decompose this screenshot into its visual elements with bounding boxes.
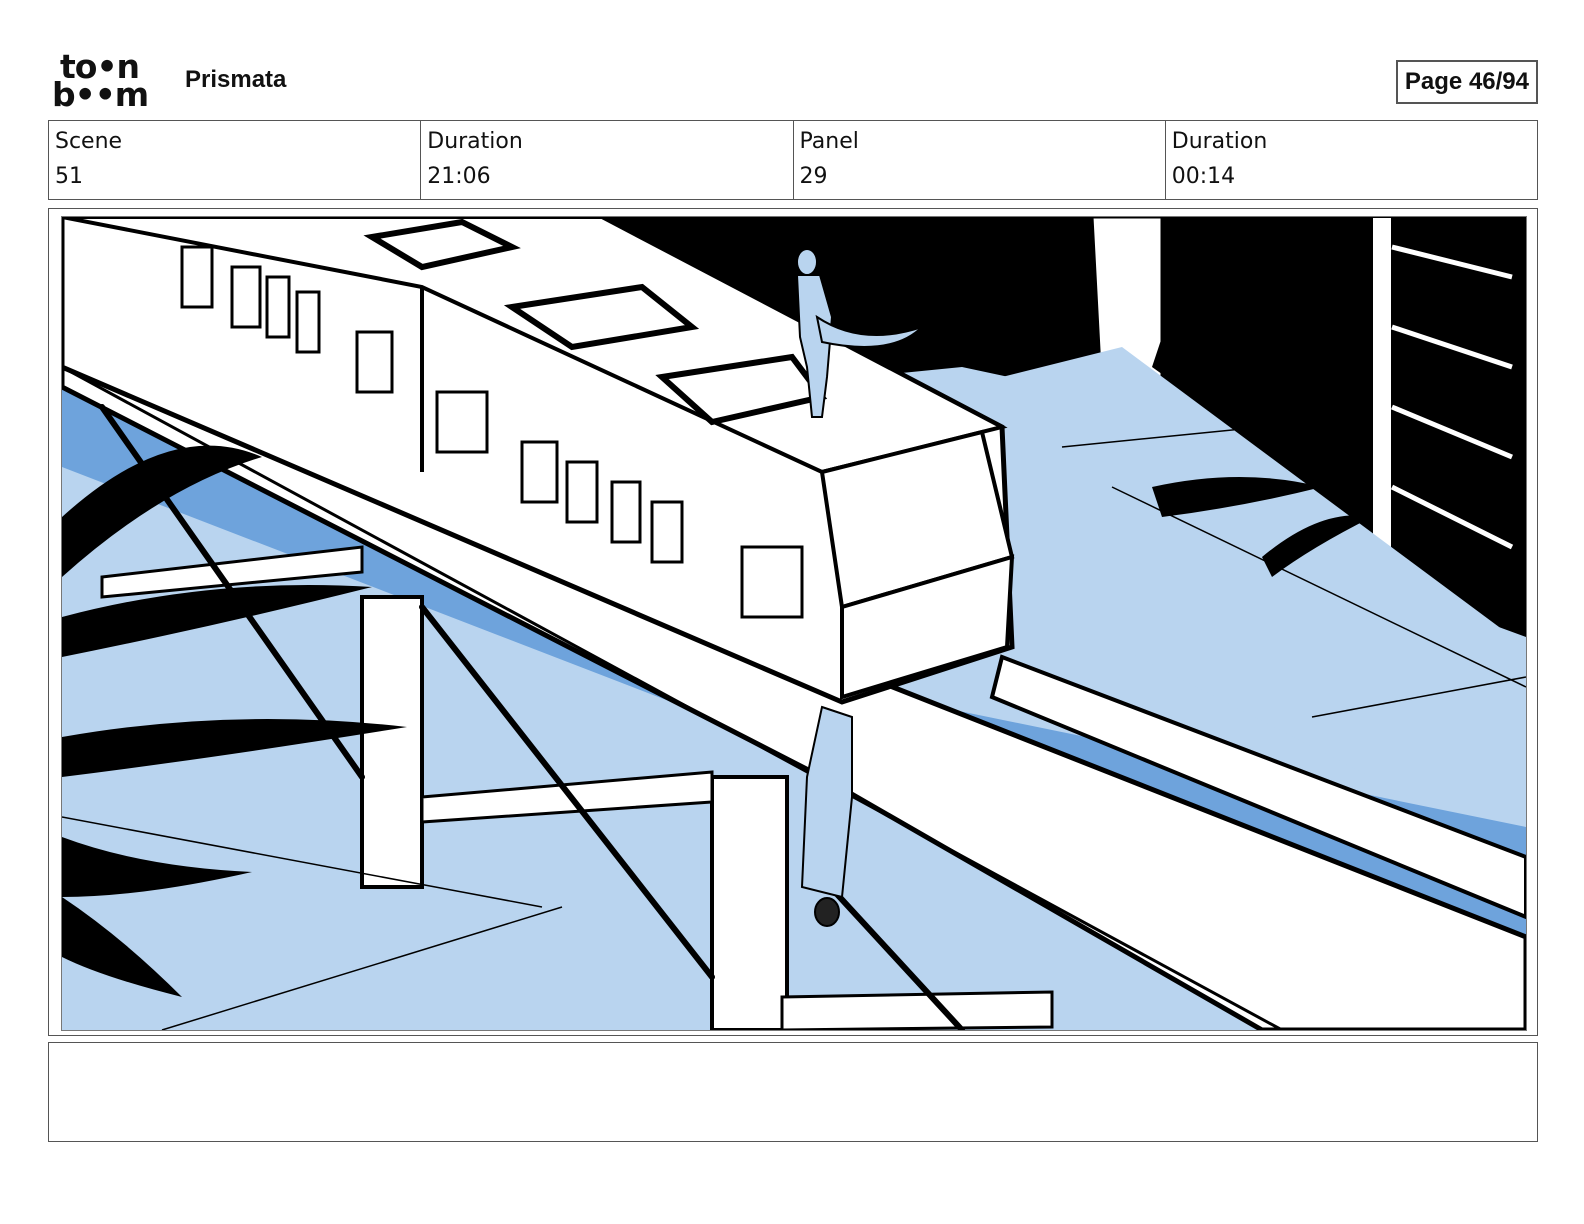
panel-value: 29 — [799, 164, 828, 189]
scene-duration-value: 21:06 — [427, 164, 491, 189]
panel-duration-cell: Duration 00:14 — [1164, 121, 1537, 199]
logo-line-2: b••m — [52, 75, 149, 114]
scene-info-table: Scene 51 Duration 21:06 Panel 29 Duratio… — [48, 120, 1538, 200]
storyboard-panel-image — [61, 216, 1527, 1031]
storyboard-panel-frame — [48, 208, 1538, 1036]
scene-duration-cell: Duration 21:06 — [420, 121, 792, 199]
scene-value: 51 — [55, 164, 83, 189]
panel-label: Panel — [799, 129, 859, 154]
panel-duration-label: Duration — [1171, 129, 1268, 154]
page-indicator: Page 46/94 — [1395, 60, 1538, 104]
panel-cell: Panel 29 — [792, 121, 1165, 199]
scene-duration-label: Duration — [427, 129, 523, 154]
scene-label: Scene — [55, 129, 123, 154]
project-name: Prismata — [185, 66, 287, 93]
monorail-sketch — [62, 217, 1526, 1030]
scene-cell: Scene 51 — [49, 121, 420, 199]
panel-notes-box — [48, 1042, 1538, 1142]
page-header: to•n b••m Prismata Page 46/94 — [48, 48, 1538, 114]
panel-duration-value: 00:14 — [1171, 164, 1236, 189]
toonboom-logo: to•n b••m — [52, 50, 164, 114]
